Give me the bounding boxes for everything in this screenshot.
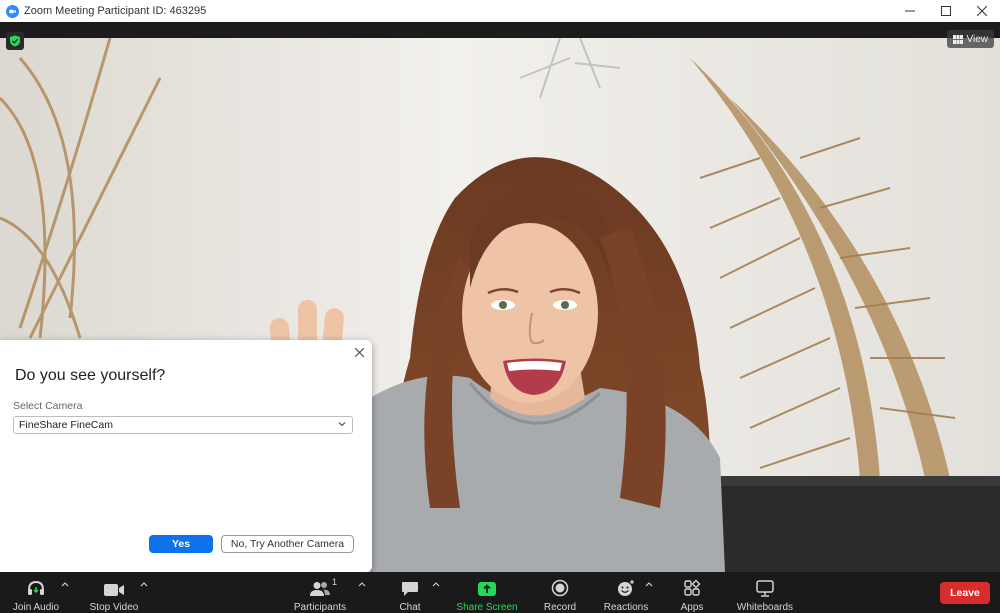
chevron-up-icon[interactable]: [645, 581, 653, 587]
window-titlebar: Zoom Meeting Participant ID: 463295: [0, 0, 1000, 22]
apps-button[interactable]: Apps: [675, 572, 709, 613]
view-button[interactable]: View: [946, 30, 994, 48]
dialog-title: Do you see yourself?: [15, 367, 166, 384]
record-icon: [551, 575, 569, 597]
join-audio-button[interactable]: Join Audio: [10, 572, 62, 613]
share-screen-button[interactable]: Share Screen: [455, 572, 519, 613]
participants-icon: [309, 575, 331, 597]
try-another-camera-button[interactable]: No, Try Another Camera: [221, 535, 354, 553]
chevron-down-icon: [338, 422, 346, 427]
reactions-button[interactable]: Reactions: [602, 572, 650, 613]
zoom-logo-icon: [6, 4, 19, 18]
headphones-icon: [26, 575, 46, 597]
maximize-icon: [941, 6, 951, 16]
stop-video-button[interactable]: Stop Video: [86, 572, 142, 613]
chat-label: Chat: [399, 602, 421, 613]
meeting-top-strip: [0, 22, 1000, 38]
share-screen-icon: [477, 575, 497, 597]
leave-button[interactable]: Leave: [940, 582, 990, 604]
close-icon: [977, 6, 987, 16]
participants-button[interactable]: Participants: [290, 572, 350, 613]
join-audio-label: Join Audio: [12, 602, 60, 613]
chevron-up-icon[interactable]: [140, 581, 148, 587]
minimize-icon: [905, 10, 915, 12]
smiley-icon: [616, 575, 636, 597]
maximize-button[interactable]: [928, 0, 964, 22]
close-icon: [354, 347, 364, 357]
video-camera-icon: [103, 575, 125, 597]
window-title: Zoom Meeting Participant ID: 463295: [24, 5, 207, 17]
chevron-up-icon[interactable]: [432, 581, 440, 587]
chat-button[interactable]: Chat: [392, 572, 428, 613]
stop-video-label: Stop Video: [89, 602, 139, 613]
participants-count: 1: [332, 577, 338, 587]
minimize-button[interactable]: [892, 0, 928, 22]
chevron-up-icon[interactable]: [61, 581, 69, 587]
view-label: View: [966, 33, 989, 45]
chevron-up-icon[interactable]: [358, 581, 366, 587]
close-button[interactable]: [964, 0, 1000, 22]
whiteboards-button[interactable]: Whiteboards: [735, 572, 795, 613]
encryption-shield-icon[interactable]: [6, 32, 24, 50]
dialog-close-button[interactable]: [352, 345, 366, 359]
record-button[interactable]: Record: [540, 572, 580, 613]
camera-check-dialog: Do you see yourself? Select Camera FineS…: [0, 340, 372, 572]
whiteboards-label: Whiteboards: [736, 602, 794, 613]
share-screen-label: Share Screen: [456, 602, 518, 613]
reactions-label: Reactions: [603, 602, 649, 613]
camera-select-value: FineShare FineCam: [19, 419, 113, 431]
grid-icon: [952, 34, 963, 44]
camera-select[interactable]: FineShare FineCam: [13, 416, 353, 434]
whiteboard-icon: [755, 575, 775, 597]
select-camera-label: Select Camera: [13, 400, 83, 412]
meeting-toolbar: Join Audio Stop Video Participants 1 Cha…: [0, 572, 1000, 613]
chat-icon: [401, 575, 419, 597]
apps-label: Apps: [680, 602, 704, 613]
record-label: Record: [543, 602, 577, 613]
yes-button[interactable]: Yes: [149, 535, 213, 553]
apps-icon: [683, 575, 701, 597]
participants-label: Participants: [293, 602, 347, 613]
